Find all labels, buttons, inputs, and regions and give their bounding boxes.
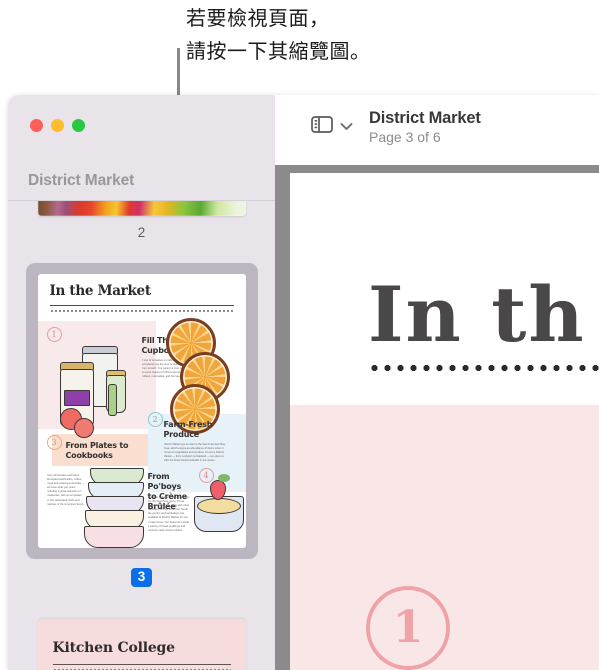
thumbnail-page-2-label: 2	[137, 225, 146, 240]
thumbnail-selection-highlight: In the Market 1 Fill Them Cupboards A ca…	[25, 263, 258, 559]
zoom-button[interactable]	[72, 119, 85, 132]
thumbnail-page-3-image: In the Market 1 Fill Them Cupboards A ca…	[37, 274, 246, 548]
main-content: District Market Page 3 of 6 In th 1	[275, 95, 599, 670]
thumb-section-3-body: Forty dinnerware and hand-decorated wash…	[46, 474, 85, 506]
toolbar: District Market Page 3 of 6	[275, 95, 599, 165]
thumbnail-page-3-badge-row: 3	[8, 568, 275, 587]
close-button[interactable]	[30, 119, 43, 132]
thumb-rule	[49, 305, 234, 306]
thumb-section-2-heading: Farm-Fresh Produce	[163, 420, 213, 439]
thumb-title: In the Market	[49, 283, 152, 299]
sidebar: District Market 2 In the Market 1 Fill C…	[8, 95, 275, 670]
vegetables-photo	[37, 201, 246, 216]
thumbnail-page-2[interactable]: 2	[8, 201, 275, 240]
document-canvas[interactable]: In th 1	[275, 165, 599, 670]
thumb-section-2-number: 2	[147, 412, 163, 427]
thumbnail-list[interactable]: 2 In the Market 1 Fill Them Cupboards	[8, 201, 275, 670]
window-controls	[30, 119, 85, 132]
sidebar-toggle-button[interactable]	[311, 116, 353, 138]
thumbnail-page-4[interactable]: Kitchen College	[8, 619, 275, 670]
document-title: District Market	[369, 109, 481, 127]
sidebar-title: District Market	[28, 172, 135, 189]
minimize-button[interactable]	[51, 119, 64, 132]
document-page: In th 1	[290, 173, 599, 670]
document-heading: In th	[368, 270, 586, 359]
thumbnail-page-2-image	[37, 201, 246, 216]
thumbnail-page-3[interactable]: In the Market 1 Fill Them Cupboards A ca…	[8, 263, 275, 587]
callout-text: 若要檢視頁面， 請按一下其縮覽圖。	[186, 6, 371, 63]
thumbnail-page-3-label: 3	[131, 568, 152, 587]
thumb-section-4-body: Our New Orleans-style sandwiches are the…	[147, 496, 190, 532]
thumb-dotted-rule	[49, 310, 234, 312]
document-section-number: 1	[366, 586, 450, 670]
app-window: District Market 2 In the Market 1 Fill C…	[8, 95, 599, 670]
chevron-down-icon	[340, 118, 353, 136]
thumb-section-3-number: 3	[46, 435, 62, 450]
thumb-page-4-title: Kitchen College	[52, 640, 176, 656]
thumb-section-3-heading: From Plates to Cookbooks	[65, 441, 129, 460]
sidebar-icon	[311, 116, 333, 138]
thumb-page-4-rule	[52, 664, 231, 665]
document-dotted-rule	[368, 365, 599, 371]
page-indicator: Page 3 of 6	[369, 129, 441, 145]
thumbnail-page-4-image: Kitchen College	[37, 619, 246, 670]
jars-illustration	[54, 336, 148, 444]
